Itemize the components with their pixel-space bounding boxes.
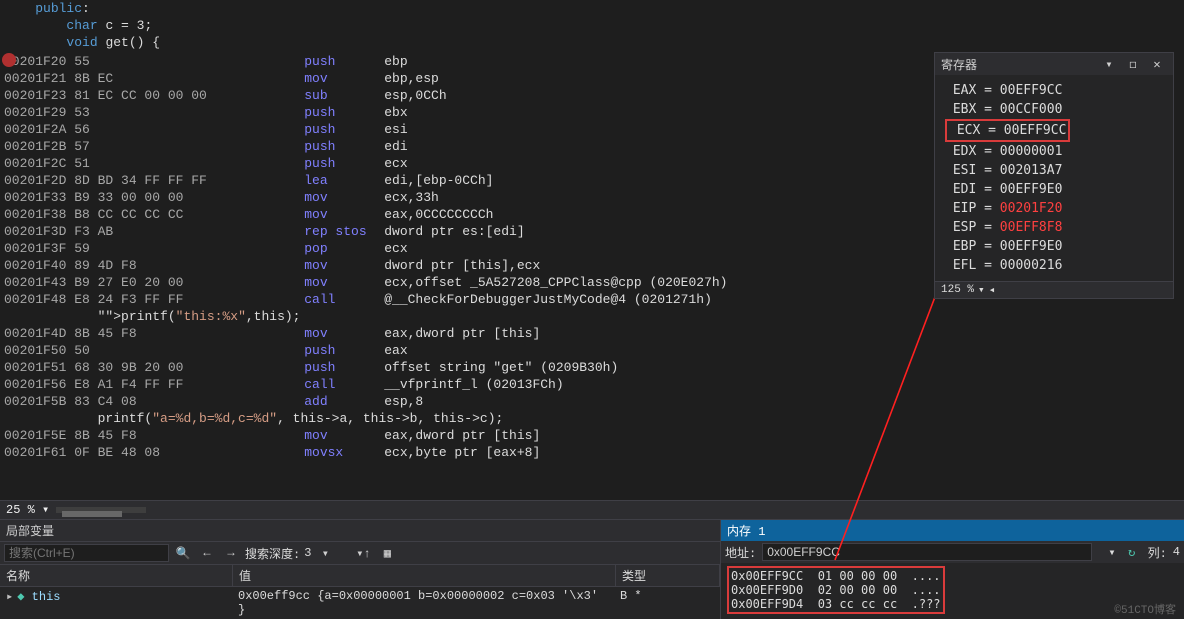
search-icon[interactable]: 🔍: [173, 544, 193, 562]
asm-line: 00201F61 0F BE 48 08 movsx ecx,byte ptr …: [0, 444, 1184, 461]
dropdown-icon[interactable]: ▾: [1099, 55, 1119, 73]
var-value: 0x00eff9cc {a=0x00000001 b=0x00000002 c=…: [232, 587, 614, 619]
memory-highlight-box: 0x00EFF9CC 01 00 00 00 ....0x00EFF9D0 02…: [727, 566, 945, 614]
zoom-value: 25 %: [6, 503, 35, 517]
asm-line: 00201F51 68 30 9B 20 00 push offset stri…: [0, 359, 1184, 376]
register-line: ESI = 002013A7: [945, 161, 1163, 180]
registers-body: EAX = 00EFF9CC EBX = 00CCF000 ECX = 00EF…: [935, 75, 1173, 281]
asm-line: 00201F50 50 push eax: [0, 342, 1184, 359]
memory-address-input[interactable]: [762, 543, 1092, 561]
register-line: ESP = 00EFF8F8: [945, 218, 1163, 237]
memory-title: 内存 1: [721, 520, 1184, 541]
memory-toolbar: 地址: ▾ ↻ 列: 4: [721, 541, 1184, 563]
locals-header-row: 名称 值 类型: [0, 564, 720, 587]
col-label: 列:: [1148, 544, 1167, 561]
cols-value: 4: [1173, 545, 1180, 559]
locals-title: 局部变量: [0, 520, 720, 542]
zoom-indicator[interactable]: 25 % ▾: [0, 500, 1184, 519]
register-line: EIP = 00201F20: [945, 199, 1163, 218]
zoom-value: 125 %: [941, 284, 974, 296]
var-type: B *: [614, 587, 720, 619]
toolbar-button[interactable]: ▦: [377, 544, 397, 562]
search-nav-left-icon[interactable]: ←: [197, 544, 217, 562]
search-input[interactable]: [4, 544, 169, 562]
refresh-icon[interactable]: ↻: [1122, 543, 1142, 561]
depth-label: 搜索深度:: [245, 545, 300, 562]
close-icon[interactable]: ✕: [1147, 55, 1167, 73]
filter-icon[interactable]: ▾↑: [353, 544, 373, 562]
memory-line: 0x00EFF9CC 01 00 00 00 ....: [731, 569, 941, 583]
asm-line: 00201F56 E8 A1 F4 FF FF call __vfprintf_…: [0, 376, 1184, 393]
register-line: ECX = 00EFF9CC: [945, 119, 1163, 142]
locals-panel: 局部变量 🔍 ← → 搜索深度: 3 ▾ ▾↑ ▦ 名称 值 类型 ▸ ◆ thi…: [0, 520, 720, 619]
register-line: EDI = 00EFF9E0: [945, 180, 1163, 199]
col-name[interactable]: 名称: [0, 565, 233, 586]
register-line: EAX = 00EFF9CC: [945, 81, 1163, 100]
source-line: void get() {: [0, 34, 1184, 51]
breakpoint-icon[interactable]: [2, 53, 16, 67]
registers-title: 寄存器: [941, 56, 977, 73]
search-nav-right-icon[interactable]: →: [221, 544, 241, 562]
register-line: EBP = 00EFF9E0: [945, 237, 1163, 256]
zoom-caret-icon[interactable]: ▾: [42, 503, 56, 517]
asm-line: 00201F5B 83 C4 08 add esp,8: [0, 393, 1184, 410]
addr-label: 地址:: [725, 544, 756, 561]
source-line: "">printf("this:%x",this);: [0, 308, 1184, 325]
memory-line: 0x00EFF9D4 03 cc cc cc .???: [731, 597, 941, 611]
col-value[interactable]: 值: [233, 565, 616, 586]
register-line: EDX = 00000001: [945, 142, 1163, 161]
maximize-icon[interactable]: ◻: [1123, 55, 1143, 73]
source-line: printf("a=%d,b=%d,c=%d", this->a, this->…: [0, 410, 1184, 427]
bullet-icon: ◆: [17, 590, 24, 604]
dropdown-icon[interactable]: ▾: [1108, 545, 1115, 560]
asm-line: 00201F5E 8B 45 F8 mov eax,dword ptr [thi…: [0, 427, 1184, 444]
col-type[interactable]: 类型: [616, 565, 720, 586]
register-line: EBX = 00CCF000: [945, 100, 1163, 119]
source-line: public:: [0, 0, 1184, 17]
expand-icon[interactable]: ▸: [6, 590, 13, 604]
depth-value: 3: [304, 546, 311, 560]
watermark: ©51CTO博客: [1114, 601, 1176, 617]
register-line: EFL = 00000216: [945, 256, 1163, 275]
depth-dropdown-icon[interactable]: ▾: [315, 544, 335, 562]
source-line: char c = 3;: [0, 17, 1184, 34]
registers-zoom[interactable]: 125 % ▾ ◂: [935, 281, 1173, 298]
scroll-track[interactable]: [56, 507, 146, 513]
scroll-thumb[interactable]: [62, 511, 122, 517]
zoom-caret-icon[interactable]: ▾: [978, 283, 985, 297]
var-name: this: [32, 590, 61, 604]
asm-line: 00201F4D 8B 45 F8 mov eax,dword ptr [thi…: [0, 325, 1184, 342]
locals-toolbar: 🔍 ← → 搜索深度: 3 ▾ ▾↑ ▦: [0, 542, 720, 564]
locals-row[interactable]: ▸ ◆ this 0x00eff9cc {a=0x00000001 b=0x000…: [0, 587, 720, 619]
memory-line: 0x00EFF9D0 02 00 00 00 ....: [731, 583, 941, 597]
scroll-left-icon[interactable]: ◂: [989, 283, 996, 297]
registers-panel: 寄存器 ▾ ◻ ✕ EAX = 00EFF9CC EBX = 00CCF000 …: [934, 52, 1174, 299]
